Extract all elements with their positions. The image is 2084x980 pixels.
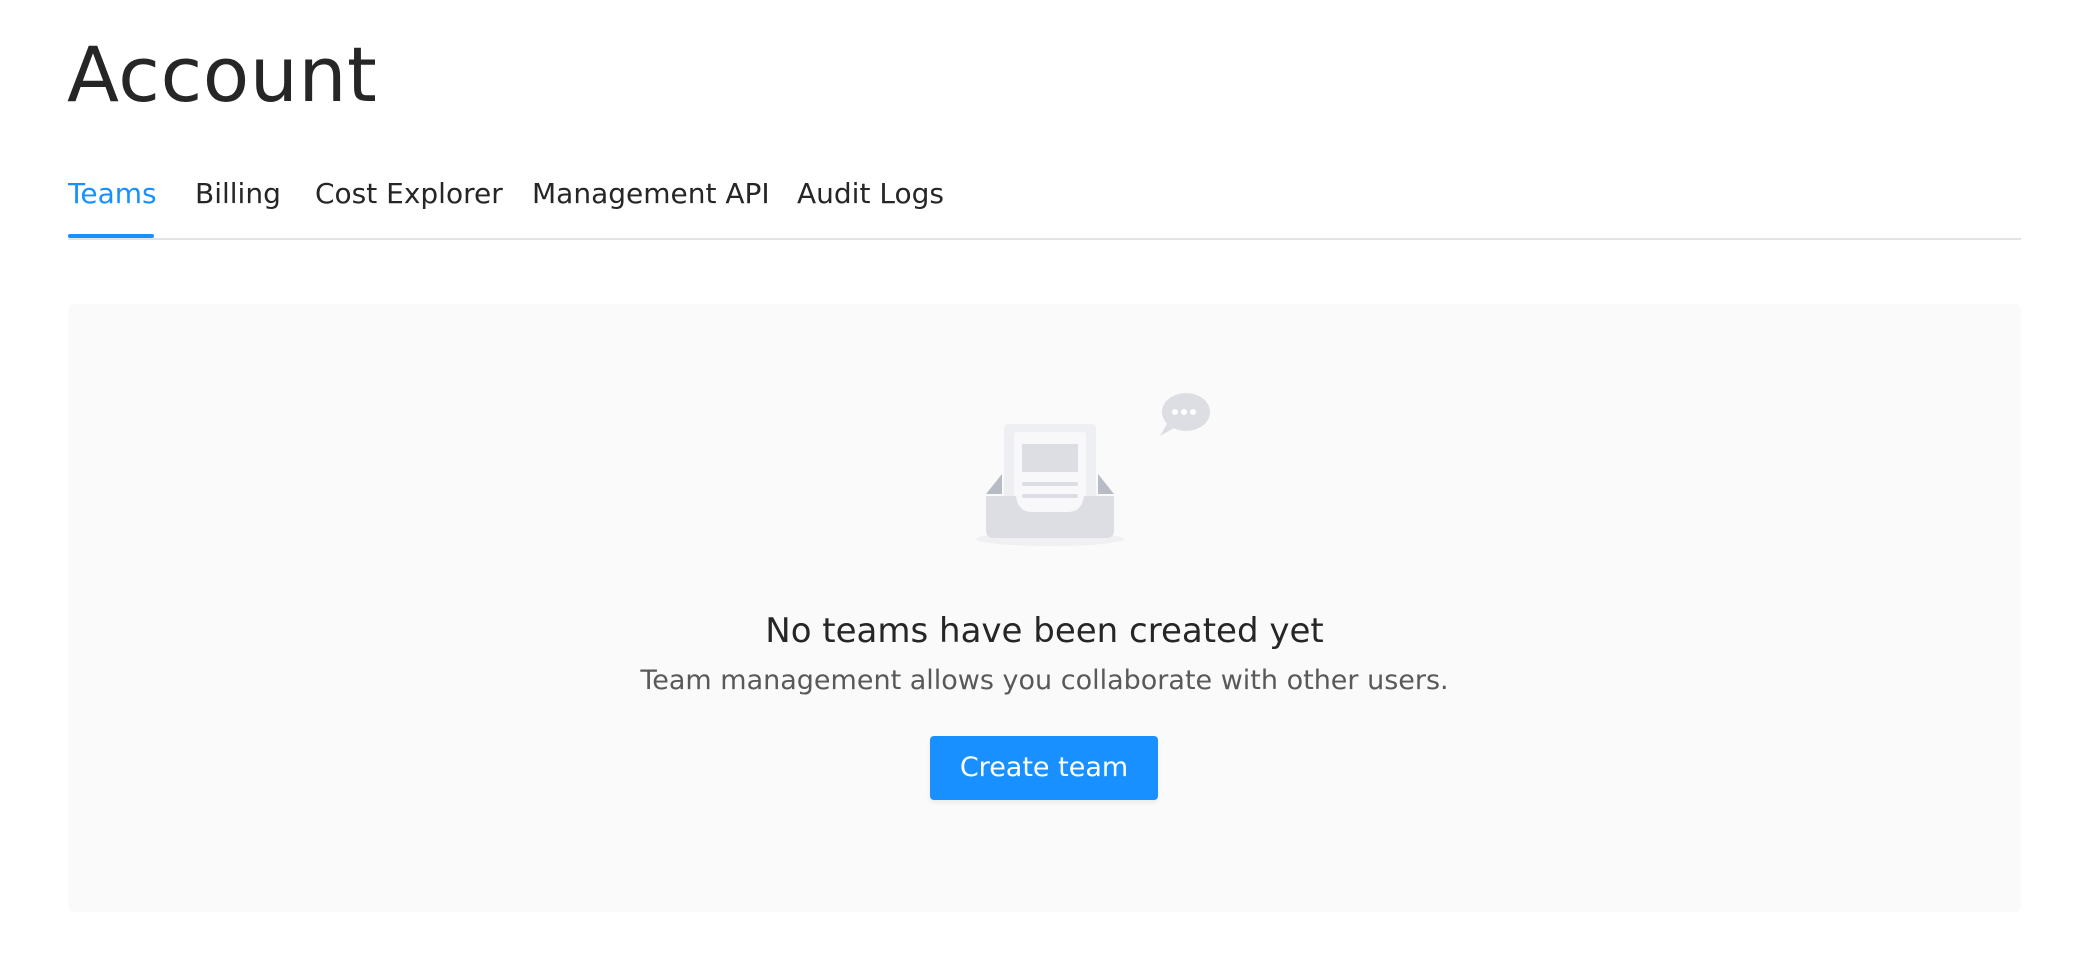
empty-state-panel: No teams have been created yet Team mana… [68,304,2021,912]
active-tab-indicator [68,234,154,238]
tab-audit-logs[interactable]: Audit Logs [797,175,944,213]
create-team-button[interactable]: Create team [930,736,1158,800]
empty-state-title: No teams have been created yet [765,611,1324,651]
empty-state-description: Team management allows you collaborate w… [640,665,1449,696]
tab-management-api[interactable]: Management API [532,175,770,213]
tab-teams[interactable]: Teams [68,175,157,213]
tab-billing[interactable]: Billing [195,175,281,213]
account-tabs: Teams Billing Cost Explorer Management A… [68,160,2021,240]
account-page: Account Teams Billing Cost Explorer Mana… [0,0,2084,980]
empty-inbox-icon [976,393,1210,546]
page-title: Account [67,30,378,119]
tab-cost-explorer[interactable]: Cost Explorer [315,175,503,213]
